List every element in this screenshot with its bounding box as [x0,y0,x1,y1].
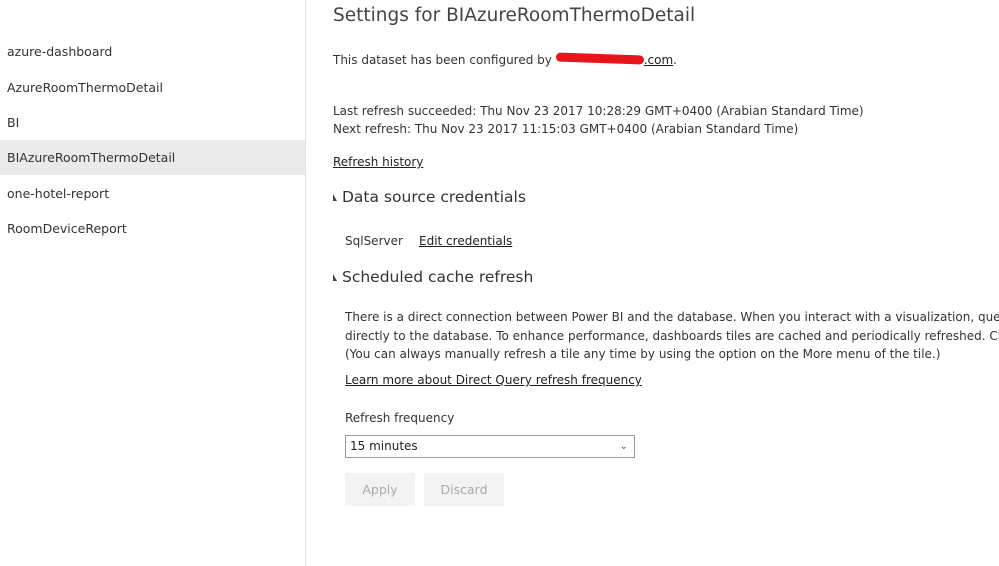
cache-description-line1: There is a direct connection between Pow… [345,310,999,324]
triangle-expanded-icon [333,274,337,281]
sidebar-item-bi[interactable]: BI [0,105,305,140]
sidebar-item-azure-dashboard[interactable]: azure-dashboard [0,34,305,69]
selected-value: 15 minutes [350,439,418,453]
cache-description-line2: directly to the database. To enhance per… [345,329,999,343]
refresh-history-link[interactable]: Refresh history [333,155,423,169]
section-heading: Data source credentials [342,188,526,206]
data-source-credentials-toggle[interactable]: Data source credentials [333,188,526,206]
page-title: Settings for BIAzureRoomThermoDetail [333,5,696,26]
last-refresh-text: Last refresh succeeded: Thu Nov 23 2017 … [333,104,864,118]
edit-credentials-link[interactable]: Edit credentials [419,234,512,248]
chevron-down-icon: ⌄ [619,441,628,452]
configured-by-text: This dataset has been configured by .com… [333,52,677,67]
sidebar-item-one-hotel-report[interactable]: one-hotel-report [0,176,305,211]
sidebar: azure-dashboard AzureRoomThermoDetail BI… [0,0,306,566]
learn-more-link[interactable]: Learn more about Direct Query refresh fr… [345,373,642,387]
refresh-frequency-label: Refresh frequency [345,411,455,425]
sidebar-item-roomdevicereport[interactable]: RoomDeviceReport [0,211,305,246]
email-suffix: com [647,53,674,67]
triangle-expanded-icon [333,194,337,201]
cache-description-line3: (You can always manually refresh a tile … [345,347,941,361]
settings-panel: Settings for BIAzureRoomThermoDetail Thi… [333,0,999,566]
scheduled-cache-refresh-toggle[interactable]: Scheduled cache refresh [333,268,533,286]
sidebar-item-biazureroomthermodetail[interactable]: BIAzureRoomThermoDetail [0,140,305,175]
data-source-name: SqlServer [345,234,403,248]
apply-button[interactable]: Apply [345,473,415,506]
refresh-frequency-select[interactable]: 15 minutes ⌄ [345,435,635,458]
discard-button[interactable]: Discard [424,473,504,506]
period: . [673,53,677,67]
section-heading: Scheduled cache refresh [342,268,534,286]
configured-prefix: This dataset has been configured by [333,53,556,67]
sidebar-item-azureroomthermodetail[interactable]: AzureRoomThermoDetail [0,70,305,105]
redaction-mark [555,52,644,65]
owner-email-link[interactable]: .com [555,52,674,67]
next-refresh-text: Next refresh: Thu Nov 23 2017 11:15:03 G… [333,122,799,136]
